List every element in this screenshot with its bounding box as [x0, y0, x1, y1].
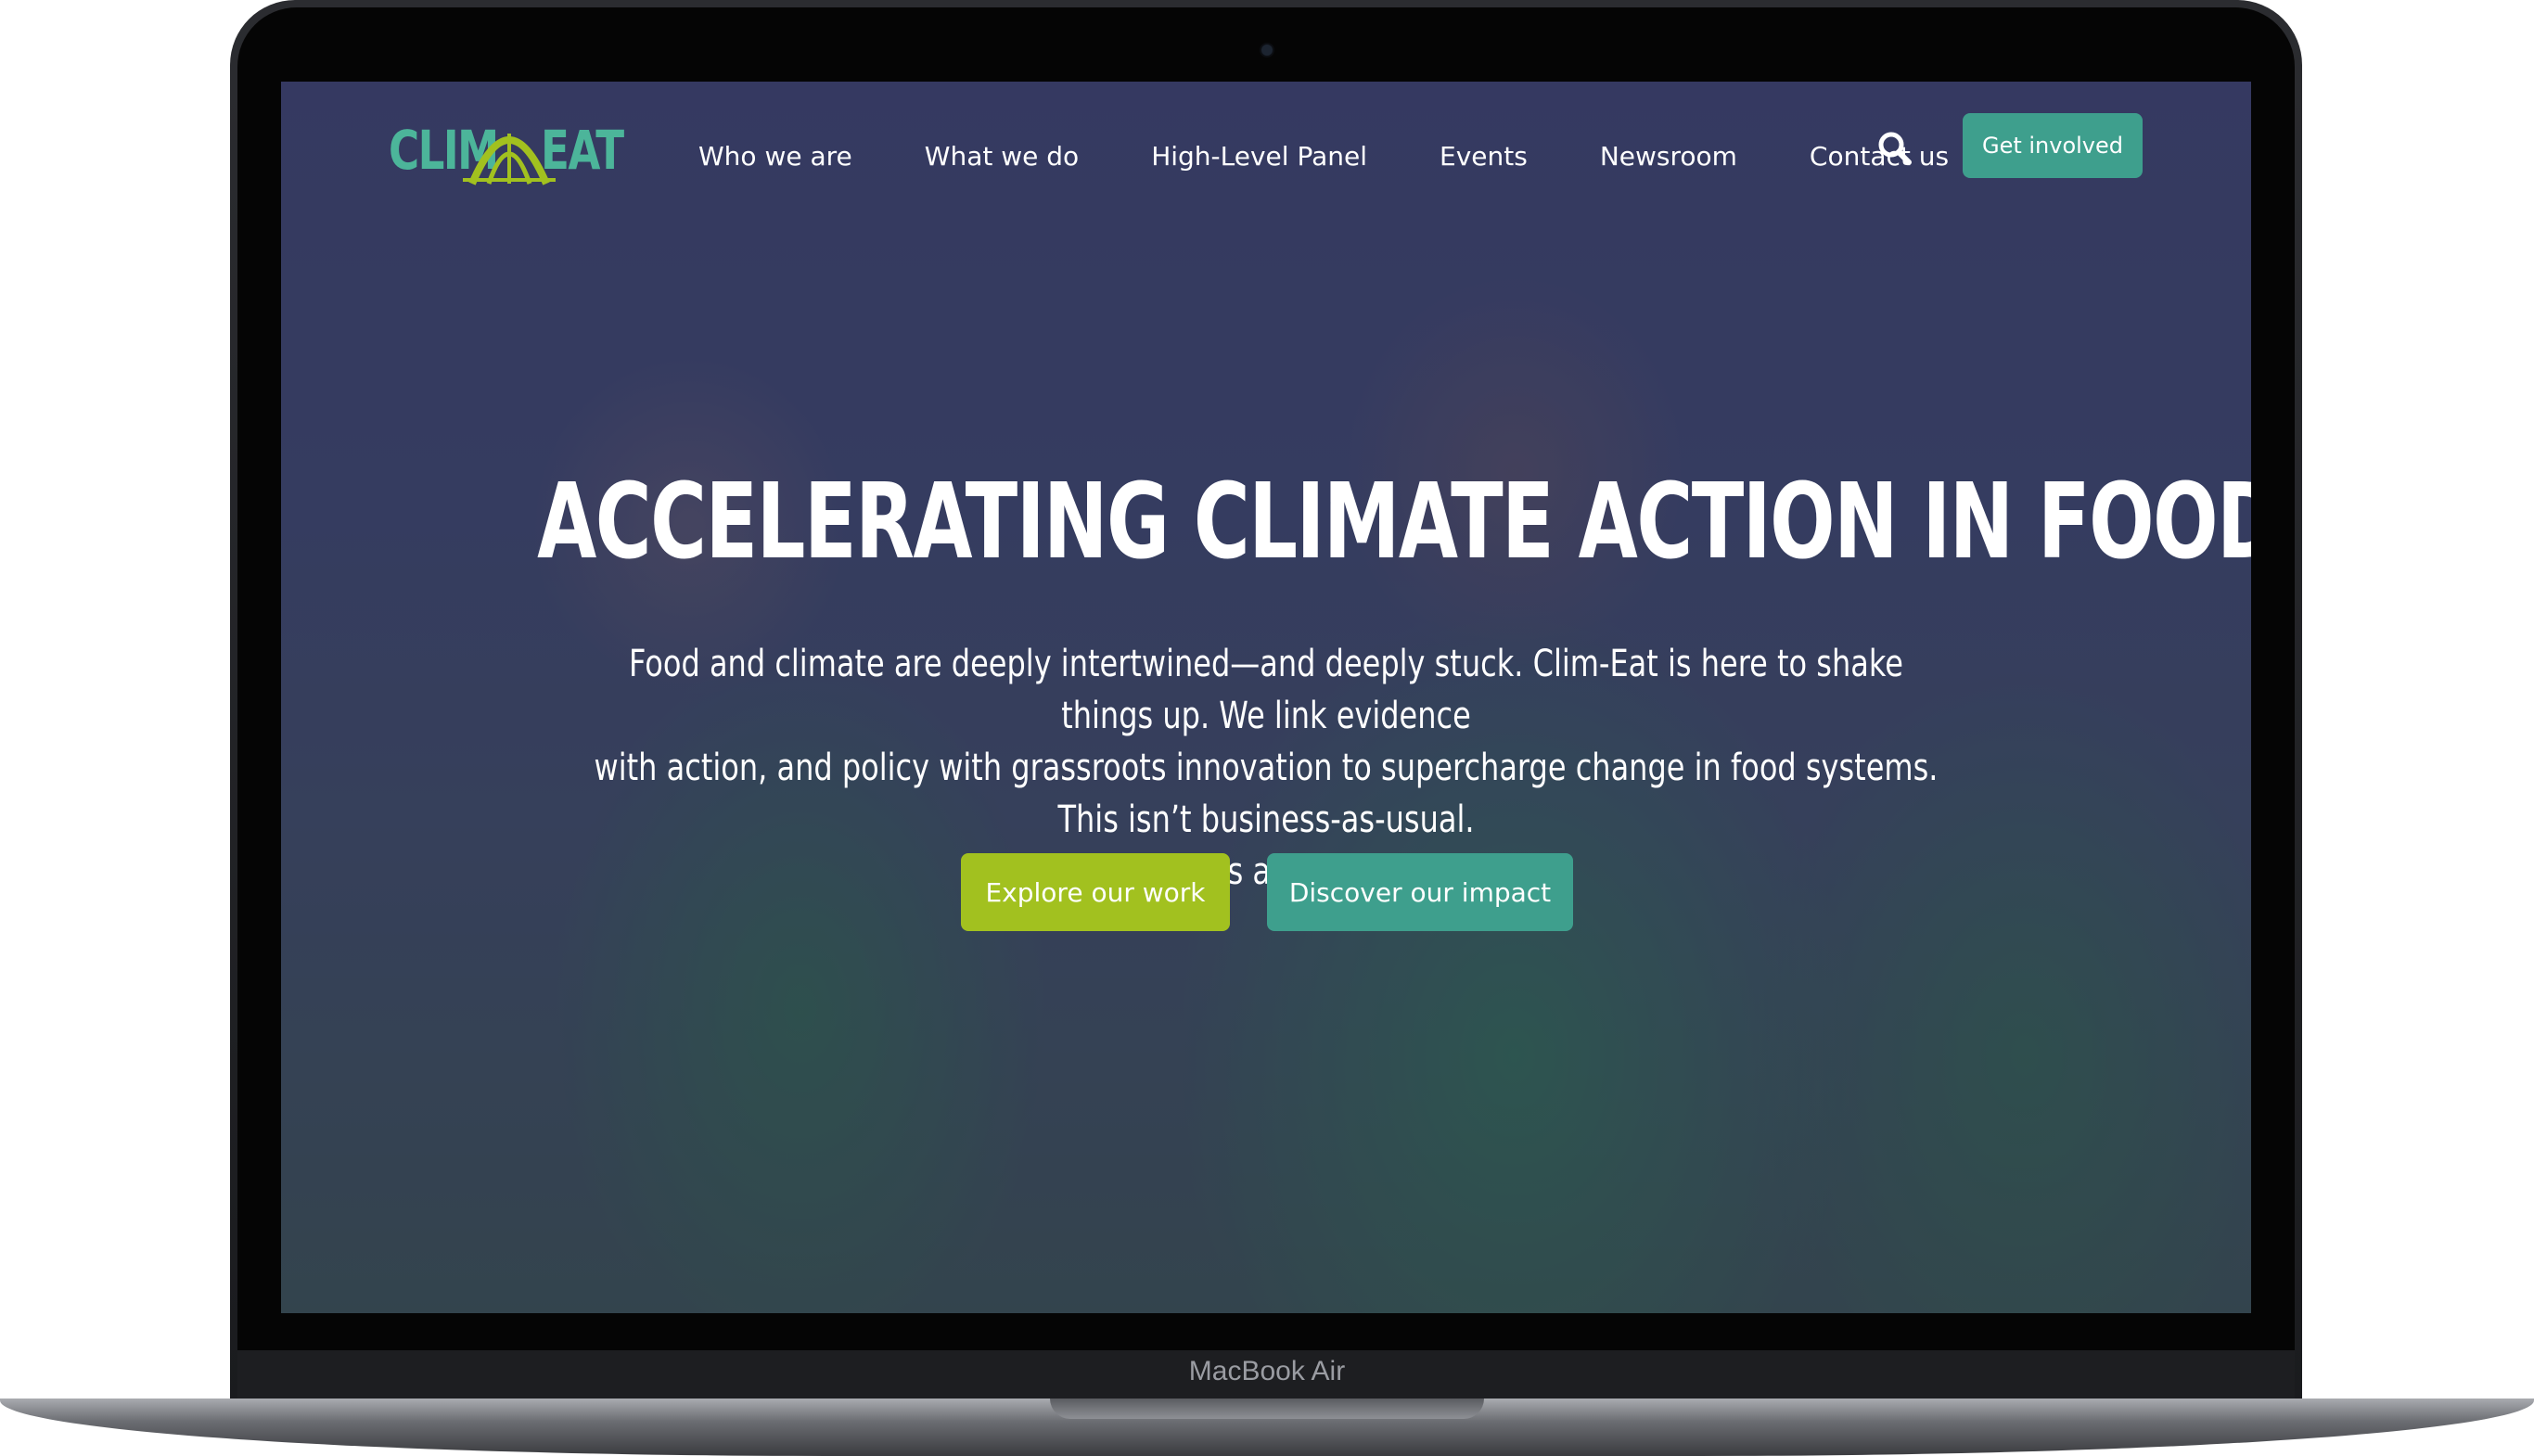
hero-section: ACCELERATING CLIMATE ACTION IN FOOD SYST… [281, 82, 2251, 1313]
hero-text-line-1: Food and climate are deeply intertwined—… [629, 643, 1903, 737]
laptop-mockup: CLIM EAT Who we are What we do High-Leve… [0, 0, 2534, 1456]
browser-viewport: CLIM EAT Who we are What we do High-Leve… [281, 82, 2251, 1313]
camera-icon [1261, 45, 1273, 56]
explore-our-work-button[interactable]: Explore our work [961, 853, 1230, 931]
device-model-label: MacBook Air [1188, 1356, 1346, 1386]
hero-title: ACCELERATING CLIMATE ACTION IN FOOD SYST… [537, 462, 2251, 582]
hero-description: Food and climate are deeply intertwined—… [411, 638, 2121, 898]
hero-text-line-2: with action, and policy with grassroots … [594, 747, 1939, 841]
laptop-hinge-notch [1050, 1399, 1484, 1419]
discover-our-impact-button[interactable]: Discover our impact [1267, 853, 1573, 931]
